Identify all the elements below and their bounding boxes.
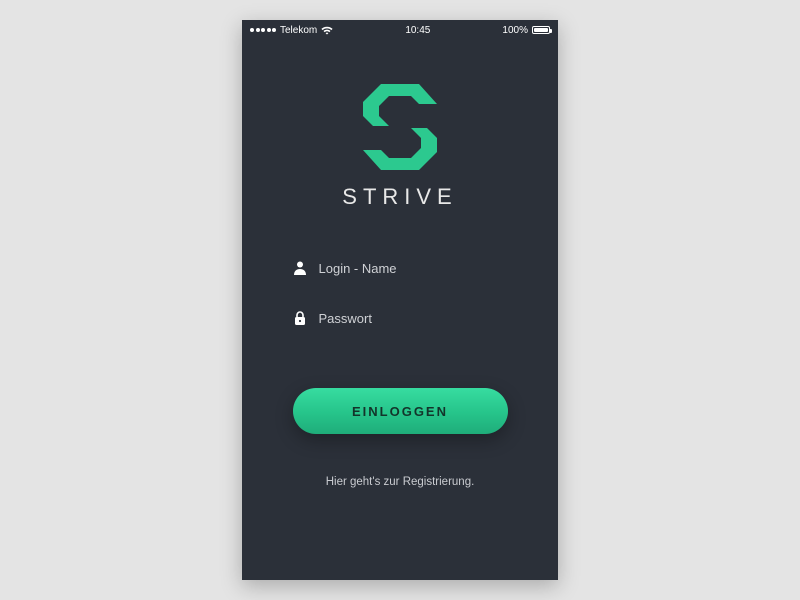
login-field-row [293,260,508,276]
status-left: Telekom [250,25,333,36]
battery-icon [532,26,550,34]
battery-percent: 100% [502,25,528,36]
register-link[interactable]: Hier geht's zur Registrierung. [326,476,475,488]
brand-name: STRIVE [342,184,457,210]
login-input[interactable] [319,261,508,276]
carrier-label: Telekom [280,25,317,36]
login-form: EINLOGGEN Hier geht's zur Registrierung. [242,260,558,488]
logo-area: STRIVE [242,84,558,210]
status-bar: Telekom 10:45 100% [242,20,558,40]
wifi-icon [321,26,333,35]
status-time: 10:45 [405,25,430,36]
brand-logo-icon [361,84,439,170]
signal-strength-icon [250,28,276,32]
lock-icon [293,310,307,326]
password-input[interactable] [319,311,508,326]
phone-frame: Telekom 10:45 100% STRIVE [242,20,558,580]
password-field-row [293,310,508,326]
status-right: 100% [502,25,550,36]
login-button[interactable]: EINLOGGEN [293,388,508,434]
user-icon [293,260,307,276]
